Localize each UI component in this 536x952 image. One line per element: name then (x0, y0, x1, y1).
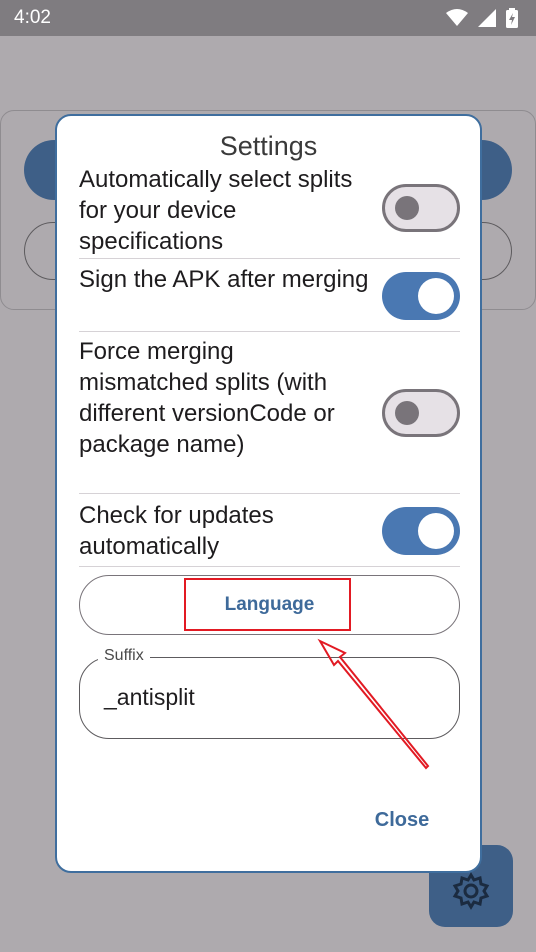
option-label: Automatically select splits for your dev… (79, 166, 353, 255)
option-auto-select-splits[interactable]: Automatically select splits for your dev… (79, 158, 460, 259)
annotation-highlight-box (184, 578, 351, 631)
toggle-knob (418, 513, 454, 549)
battery-charging-icon (506, 8, 518, 28)
option-label: Sign the APK after merging (79, 266, 369, 293)
toggle-force-merging[interactable] (382, 389, 460, 437)
option-label: Force merging mismatched splits (with di… (79, 338, 335, 458)
option-check-updates[interactable]: Check for updates automatically (79, 494, 460, 567)
close-button-label: Close (374, 808, 430, 831)
wifi-icon (446, 9, 468, 26)
toggle-check-updates[interactable] (382, 507, 460, 555)
dialog-title: Settings (57, 130, 480, 170)
status-icons (446, 8, 518, 28)
suffix-field-label: Suffix (98, 647, 150, 665)
suffix-input-value[interactable]: _antisplit (104, 684, 195, 711)
toggle-auto-select-splits[interactable] (382, 184, 460, 232)
gear-icon (452, 872, 490, 910)
close-button[interactable]: Close (357, 802, 447, 838)
suffix-field[interactable]: Suffix _antisplit (79, 647, 460, 739)
toggle-knob (395, 196, 419, 220)
status-time: 4:02 (14, 7, 51, 28)
signal-icon (478, 9, 496, 27)
option-label: Check for updates automatically (79, 502, 274, 560)
toggle-knob (418, 278, 454, 314)
status-bar: 4:02 (0, 0, 536, 36)
option-force-merging[interactable]: Force merging mismatched splits (with di… (79, 332, 460, 494)
toggle-knob (395, 401, 419, 425)
option-sign-apk[interactable]: Sign the APK after merging (79, 259, 460, 332)
settings-dialog: Settings Automatically select splits for… (55, 114, 482, 873)
toggle-sign-apk[interactable] (382, 272, 460, 320)
options-list[interactable]: Automatically select splits for your dev… (57, 116, 480, 816)
